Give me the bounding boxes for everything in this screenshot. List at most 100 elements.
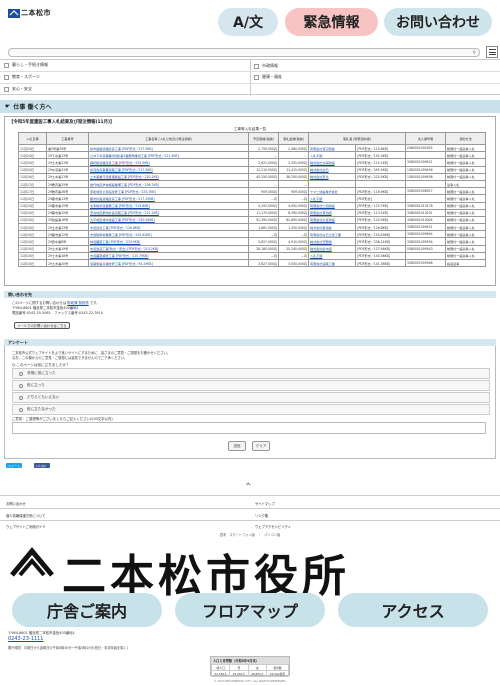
footer-phone[interactable]: 0243-23-1111: [8, 636, 43, 642]
table-cell: 1380001009456: [405, 172, 446, 181]
floor-map-button[interactable]: フロアマップ: [175, 593, 325, 627]
search-input[interactable]: ⚲: [8, 48, 480, 57]
results-table: 入札日等 工事番号 工事名等 (入札公告及び発注情報) 予定価格(税抜) 落札金…: [18, 132, 486, 268]
search-icon[interactable]: ⚲: [472, 50, 476, 56]
nav-item-living[interactable]: 暮らし・手続き情報: [4, 62, 48, 68]
table-row: 11月10日 29土木第23号 市道改良工事 [PDF形式／126.8KB] 1,86…: [18, 223, 486, 232]
table-cell[interactable]: 市道改良工事 [PDF形式／126.8KB]: [88, 223, 249, 232]
department-link[interactable]: 財政課 契約係: [67, 301, 88, 305]
table-cell[interactable]: 東和地区公民館改修工事 [PDF形式／233.7KB]: [88, 187, 249, 196]
table-cell[interactable]: 有限会社渡辺建設: [307, 143, 357, 153]
table-cell: 5,827,000円: [248, 237, 279, 246]
table-cell[interactable]: 都市計画道路改良工事 [PDF形式／217.25KB]: [88, 194, 249, 203]
table-cell: 11月10日: [18, 201, 47, 210]
survey-option-helpful[interactable]: 役に立った: [12, 380, 490, 391]
table-cell[interactable]: 株式会社白石: [307, 165, 357, 174]
table-cell[interactable]: 株式会社菅野組: [307, 237, 357, 246]
table-cell[interactable]: 県道改良事業道路工事 [PDF形式／217.5KB]: [88, 165, 249, 174]
survey-option-very-helpful[interactable]: 非常に役に立った: [12, 368, 490, 379]
radio-icon[interactable]: [19, 383, 23, 388]
table-cell: 3380001013178: [405, 201, 446, 210]
send-button[interactable]: 送信: [228, 441, 246, 451]
table-cell[interactable]: 入札不調: [307, 251, 357, 261]
footer-link-sitemap[interactable]: サイトマップ: [255, 501, 275, 506]
table-cell[interactable]: 有限会社菊池組: [307, 208, 357, 217]
table-cell[interactable]: 北条線歩道整備工事 [PDF形式／215.8KB]: [88, 201, 249, 210]
table-cell[interactable]: 有限会社白石土建工業: [307, 230, 357, 239]
table-cell[interactable]: 株式会社星建設: [307, 223, 357, 232]
table-cell: 29土木第21号: [46, 172, 89, 181]
table-cell: 29土木第21号: [46, 158, 89, 167]
table-cell: 11月24日: [18, 151, 47, 160]
table-cell[interactable]: 有限会社遠藤工業: [307, 258, 357, 268]
col-winning-price: 落札金額(税抜): [278, 132, 309, 145]
mail-inquiry-button[interactable]: メールでのお問い合わせはこちら: [14, 322, 70, 329]
table-cell[interactable]: 市道改良工事(防災・安全) [PDF形式／213.2KB]: [88, 244, 249, 253]
radio-icon[interactable]: [19, 395, 23, 400]
contact-button[interactable]: お問い合わせ: [384, 8, 492, 36]
nav-item-city-info[interactable]: 市政情報: [254, 63, 278, 69]
emergency-info-button[interactable]: 緊急情報: [285, 8, 378, 36]
footer-link-contact[interactable]: お問い合わせ: [6, 501, 26, 506]
table-cell: －: [248, 151, 279, 160]
table-cell[interactable]: 県市連絡道路改良工事 [PDF形式／227.5KB]: [88, 143, 249, 153]
table-cell[interactable]: 林道舗装工事 [PDF形式／233.9KB]: [88, 237, 249, 246]
radio-icon[interactable]: [19, 407, 23, 412]
footer-link-privacy[interactable]: 個人情報保護方針について: [6, 513, 45, 518]
col-title: 工事名等 (入札公告及び発注情報): [88, 132, 249, 145]
table-cell[interactable]: [307, 179, 357, 189]
table-cell: 82,890,000円: [278, 215, 309, 225]
tweet-button[interactable]: ツイート: [6, 463, 23, 468]
table-cell[interactable]: 市営駐車場整備工事 [PDF形式／220.62KB]: [88, 230, 249, 239]
radio-icon[interactable]: [19, 371, 23, 376]
table-cell: 25,240,000円: [278, 244, 309, 253]
table-cell: 909,000円: [278, 187, 309, 196]
like-button[interactable]: いいね！: [34, 463, 51, 468]
footer-link-accessibility[interactable]: ウェブアクセシビリティ: [255, 524, 291, 529]
site-logo-text[interactable]: 二本松市: [21, 8, 51, 18]
table-cell: －円: [248, 230, 279, 239]
footer-link-links[interactable]: リンク集: [255, 513, 268, 518]
table-cell[interactable]: 入札不調: [307, 194, 357, 203]
table-cell[interactable]: 岩代地区学校施設整備工事 [PDF形式／106.7KB]: [88, 179, 249, 189]
table-cell[interactable]: 入札不調: [307, 151, 357, 160]
table-cell: 3,627,000円: [248, 258, 279, 268]
table-cell[interactable]: 有限会社仁和建設: [307, 201, 357, 210]
table-cell[interactable]: 株式会社太陽建設: [307, 158, 357, 167]
table-cell[interactable]: 土木事業汚泥処理施設工事 [PDF形式／220.2KB]: [88, 172, 249, 181]
city-logo-icon[interactable]: [8, 9, 20, 18]
table-cell: 制限付一般競争入札: [445, 143, 486, 153]
table-cell[interactable]: 安達地区都市計画道路工事 [PDF形式／221.2KB]: [88, 208, 249, 217]
clear-button[interactable]: クリア: [252, 441, 270, 451]
table-cell: －円: [248, 251, 279, 261]
office-guide-button[interactable]: 庁舎ご案内: [12, 593, 162, 627]
table-row: 11月10日 29都市第12号 市営駐車場整備工事 [PDF形式／220.62KB]…: [18, 230, 486, 239]
nav-item-education[interactable]: 教育・スポーツ: [4, 74, 40, 80]
table-cell[interactable]: 株式会社鈴木組: [307, 244, 357, 253]
access-button[interactable]: アクセス: [338, 593, 488, 627]
table-cell[interactable]: ヤマ二建設株式会社: [307, 187, 357, 196]
table-cell[interactable]: 森町線道路改良工事 [PDF形式／233.5KB]: [88, 158, 249, 167]
language-button[interactable]: A/文: [218, 8, 278, 36]
table-cell: 制限付一般競争入札: [445, 230, 486, 239]
table-cell[interactable]: 株式会社東北: [307, 172, 357, 181]
page-top-icon[interactable]: ⌃: [244, 482, 252, 493]
menu-icon[interactable]: [486, 46, 498, 58]
table-cell: [405, 194, 446, 203]
table-cell[interactable]: 公共下水道事業(管梁)第2整備局維持工事 [PDF形式／221.3KB]: [88, 151, 249, 160]
table-cell: [PDF形式／125.7KB]: [355, 201, 406, 210]
survey-comment-textarea[interactable]: [12, 422, 486, 434]
table-cell[interactable]: 市道舗装補修工事 [PDF形式／215.79KB]: [88, 251, 249, 261]
footer-link-guide[interactable]: ウェブサイトご利用ガイド: [6, 524, 46, 529]
table-cell: 11月24日: [18, 165, 47, 174]
table-cell[interactable]: 道路施設点検改修工事 [PDF形式／94.29KB]: [88, 258, 249, 268]
nav-item-health[interactable]: 健康・福祉: [254, 74, 282, 80]
table-cell[interactable]: 有限会社丸合建設: [307, 215, 357, 225]
nav-item-safety[interactable]: 安心・安全: [4, 86, 32, 92]
table-cell[interactable]: 大平地区排水施設工事 [PDF形式／230.94KB]: [88, 215, 249, 225]
footer-device-nav[interactable]: 週末 スマートフォン版 ｜ パソコン版: [0, 532, 500, 537]
survey-option-neutral[interactable]: どちらともいえない: [12, 392, 490, 403]
table-cell: 11月10日: [18, 251, 47, 261]
table-cell: 制限付一般競争入札: [445, 165, 486, 174]
survey-option-not-helpful[interactable]: 役に立たなかった: [12, 404, 490, 415]
